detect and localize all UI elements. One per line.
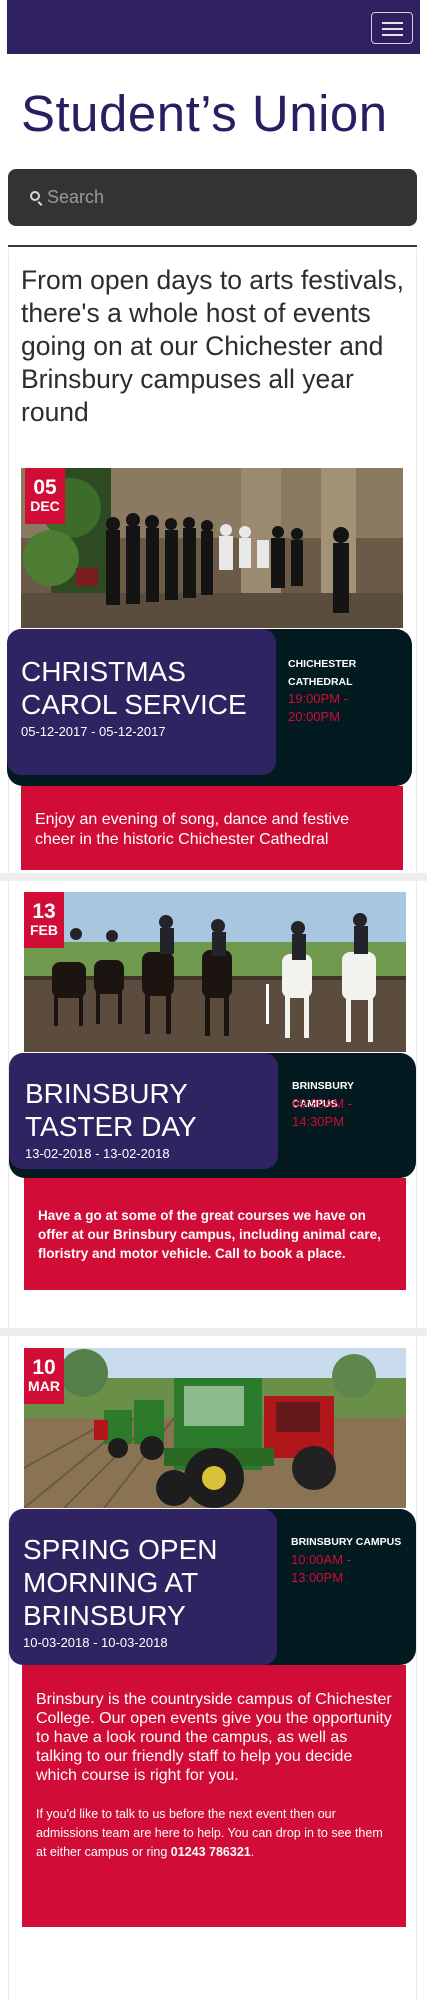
event-title[interactable]: SPRING OPEN MORNING AT BRINSBURY [23, 1533, 268, 1632]
search-input[interactable]: Search [47, 187, 104, 208]
intro-text: From open days to arts festivals, there'… [21, 265, 404, 427]
event-photo-horses[interactable] [24, 892, 406, 1052]
event-title[interactable]: BRINSBURY TASTER DAY [25, 1077, 265, 1143]
separator [0, 1328, 427, 1336]
event-location: BRINSBURY CAMPUS [291, 1536, 402, 1548]
event-dates: 10-03-2018 - 10-03-2018 [23, 1635, 168, 1650]
search-icon [30, 191, 40, 201]
date-month: FEB [30, 922, 58, 938]
date-day: 10 [32, 1356, 56, 1379]
event-photo-tractors[interactable] [24, 1348, 406, 1508]
divider [8, 245, 417, 247]
event-description-text: Brinsbury is the countryside campus of C… [36, 1691, 392, 1784]
site-title: Student’s Union [21, 85, 388, 142]
event-title-box[interactable]: CHRISTMAS CAROL SERVICE 05-12-2017 - 05-… [7, 629, 276, 775]
event-description: Brinsbury is the countryside campus of C… [22, 1665, 406, 1927]
event-description: Enjoy an evening of song, dance and fest… [21, 786, 403, 870]
event-contact-note: If you'd like to talk to us before the n… [36, 1805, 392, 1862]
event-time: 19:00PM - 20:00PM [288, 691, 348, 724]
date-month: DEC [30, 498, 60, 514]
hamburger-icon[interactable] [371, 12, 413, 44]
event-description: Have a go at some of the great courses w… [24, 1178, 406, 1290]
event-title-box[interactable]: SPRING OPEN MORNING AT BRINSBURY 10-03-2… [9, 1509, 277, 1665]
date-badge: 05 DEC [25, 468, 65, 524]
event-photo-choir[interactable] [21, 468, 403, 628]
date-month: MAR [28, 1378, 60, 1394]
event-title-box[interactable]: BRINSBURY TASTER DAY 13-02-2018 - 13-02-… [9, 1053, 278, 1169]
date-badge: 10 MAR [24, 1348, 64, 1404]
event-time: 10:00AM - 13:00PM [291, 1552, 351, 1585]
event-dates: 13-02-2018 - 13-02-2018 [25, 1146, 170, 1161]
date-badge: 13 FEB [24, 892, 64, 948]
date-day: 05 [33, 476, 57, 499]
event-time: 09:30AM - 14:30PM [292, 1096, 352, 1129]
top-navbar [7, 0, 420, 54]
phone-number[interactable]: 01243 786321 [171, 1845, 251, 1859]
separator [0, 873, 427, 881]
date-day: 13 [32, 900, 56, 923]
search-bar[interactable]: Search [8, 169, 417, 226]
event-dates: 05-12-2017 - 05-12-2017 [21, 724, 166, 739]
event-title[interactable]: CHRISTMAS CAROL SERVICE [21, 655, 261, 721]
contact-note-end: . [250, 1845, 255, 1859]
event-location: CHICHESTER CATHEDRAL [288, 658, 357, 688]
